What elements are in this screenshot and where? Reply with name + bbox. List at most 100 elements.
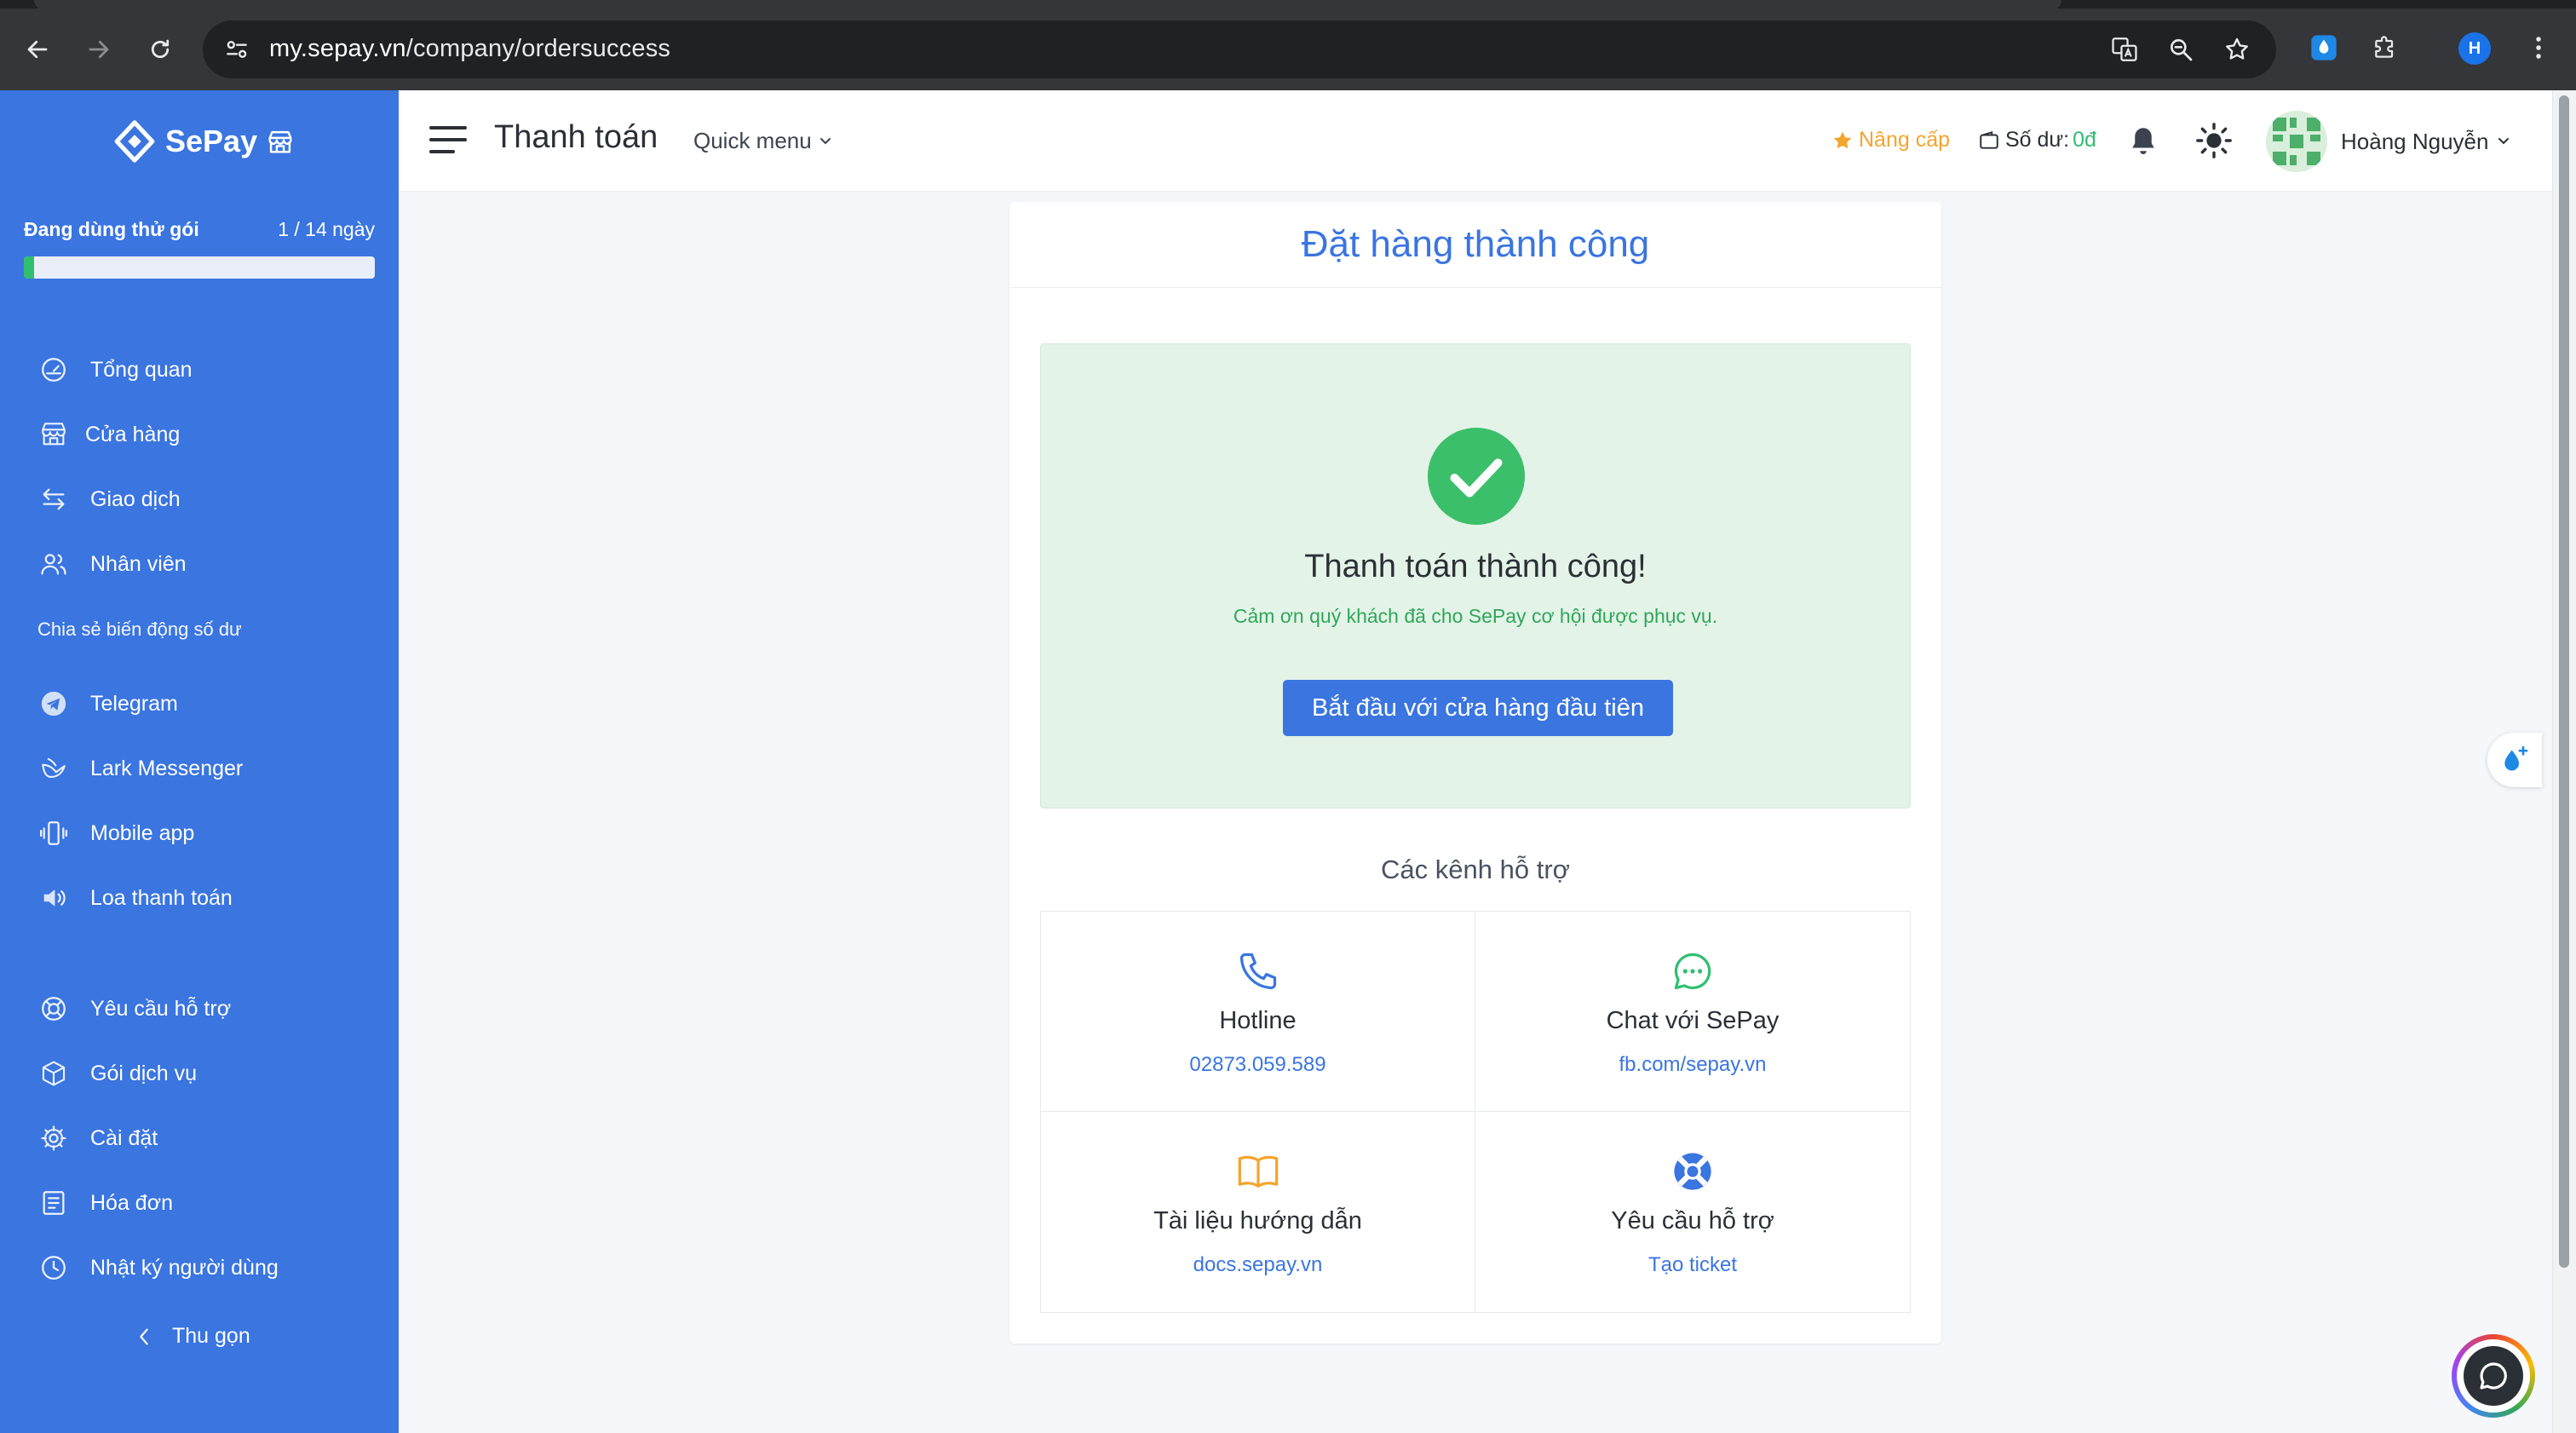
trial-progress-fill: [24, 256, 35, 279]
sidebar-item-label: Yêu cầu hỗ trợ: [90, 996, 232, 1021]
lark-icon: [37, 752, 70, 785]
chevron-down-icon: [2497, 136, 2510, 147]
sidebar-item-label: Mobile app: [90, 820, 195, 845]
channel-label: Hotline: [1219, 1007, 1297, 1034]
docs-link[interactable]: docs.sepay.vn: [1041, 1253, 1475, 1277]
sidebar-item-overview[interactable]: Tổng quan: [37, 353, 193, 387]
address-bar[interactable]: my.sepay.vn/company/ordersuccess: [203, 20, 2276, 78]
quick-menu-dropdown[interactable]: Quick menu: [693, 128, 832, 154]
phone-icon: [1236, 949, 1280, 993]
trial-label: Đang dùng thử gói: [24, 218, 199, 240]
extension-drop-icon[interactable]: [2309, 32, 2339, 63]
check-circle-icon: [1426, 426, 1527, 527]
brand-name: SePay: [165, 124, 258, 158]
sidebar-item-label: Loa thanh toán: [90, 885, 233, 910]
chat-widget-ring: [2457, 1339, 2530, 1413]
balance-display[interactable]: Số dư: 0đ: [1978, 128, 2096, 153]
trial-days: 1 / 14 ngày: [278, 218, 375, 240]
sidebar-item-transactions[interactable]: Giao dịch: [37, 482, 181, 516]
mobile-vibrate-icon: [37, 817, 70, 849]
support-channel-ticket[interactable]: Yêu cầu hỗ trợ Tạo ticket: [1475, 1112, 1910, 1312]
url-text: my.sepay.vn/company/ordersuccess: [269, 35, 670, 63]
payment-success-panel: Thanh toán thành công! Cảm ơn quý khách …: [1040, 343, 1911, 809]
chat-widget-button[interactable]: [2452, 1334, 2535, 1418]
lifebuoy-icon: [1670, 1149, 1715, 1194]
support-channel-hotline[interactable]: Hotline 02873.059.589: [1041, 912, 1475, 1112]
support-channel-docs[interactable]: Tài liệu hướng dẫn docs.sepay.vn: [1041, 1112, 1475, 1312]
chevron-down-icon: [819, 136, 832, 147]
store-icon: [37, 418, 70, 451]
channel-label: Chat với SePay: [1606, 1007, 1780, 1034]
theme-toggle-sun-icon[interactable]: [2194, 121, 2234, 160]
sidebar-item-mobile-app[interactable]: Mobile app: [37, 816, 194, 850]
card-title: Đặt hàng thành công: [1301, 223, 1650, 265]
sidebar-item-user-log[interactable]: Nhật ký người dùng: [37, 1251, 279, 1285]
support-channels-title: Các kênh hỗ trợ: [1381, 855, 1570, 884]
sepay-logo[interactable]: SePay: [112, 119, 295, 164]
sidebar-item-invoices[interactable]: Hóa đơn: [37, 1186, 173, 1220]
trial-status: Đang dùng thử gói 1 / 14 ngày: [24, 218, 375, 279]
sidebar-collapse-button[interactable]: Thu gọn: [136, 1324, 250, 1349]
balance-label: Số dư:: [2005, 128, 2070, 152]
sidebar-item-label: Telegram: [90, 691, 178, 716]
browser-profile-avatar[interactable]: H: [2458, 32, 2491, 65]
sidebar-item-support-request[interactable]: Yêu cầu hỗ trợ: [37, 992, 231, 1026]
order-success-card: Đặt hàng thành công Thanh toán thành côn…: [1009, 202, 1941, 1344]
user-avatar: [2266, 111, 2327, 172]
success-message: Cảm ơn quý khách đã cho SePay cơ hội đượ…: [1233, 605, 1718, 627]
create-ticket-link[interactable]: Tạo ticket: [1475, 1253, 1910, 1277]
sidebar-item-staff[interactable]: Nhân viên: [37, 547, 187, 581]
sidebar-item-label: Lark Messenger: [90, 756, 244, 780]
sidebar-item-lark[interactable]: Lark Messenger: [37, 751, 243, 786]
sidebar-item-stores[interactable]: Cửa hàng: [37, 417, 180, 452]
sepay-logo-icon: [114, 120, 155, 163]
support-channels-grid: Hotline 02873.059.589 Chat với SePay fb.…: [1040, 911, 1911, 1313]
forward-icon[interactable]: [80, 31, 118, 68]
clock-icon: [37, 1252, 70, 1284]
sidebar-item-settings[interactable]: Cài đặt: [37, 1121, 158, 1155]
sidebar-item-label: Hóa đơn: [90, 1190, 174, 1215]
floating-extension-drop-icon[interactable]: [2487, 733, 2542, 787]
transfer-arrows-icon: [37, 483, 70, 515]
user-menu[interactable]: Hoàng Nguyễn: [2266, 111, 2510, 172]
site-settings-icon[interactable]: [223, 36, 250, 63]
notification-bell-icon[interactable]: [2128, 124, 2159, 158]
dashboard-gauge-icon: [37, 354, 70, 386]
package-box-icon: [37, 1057, 70, 1090]
lifebuoy-icon: [37, 993, 70, 1025]
chevron-left-icon: [136, 1327, 152, 1347]
menu-toggle-icon[interactable]: [429, 124, 467, 155]
back-icon[interactable]: [19, 31, 56, 68]
hotline-link[interactable]: 02873.059.589: [1041, 1053, 1475, 1077]
facebook-link[interactable]: fb.com/sepay.vn: [1475, 1053, 1910, 1077]
upgrade-label: Nâng cấp: [1859, 128, 1951, 152]
chat-widget-icon: [2464, 1346, 2523, 1406]
page-scrollbar-thumb[interactable]: [2559, 95, 2569, 1268]
invoice-icon: [37, 1187, 70, 1219]
star-icon: [1831, 129, 1854, 152]
sidebar: SePay Đang dùng thử gói 1 / 14 ngày Tổng…: [0, 90, 399, 1433]
translate-icon[interactable]: [2109, 34, 2140, 65]
page-title: Thanh toán: [494, 119, 658, 155]
shop-icon: [268, 130, 292, 153]
bookmark-star-icon[interactable]: [2222, 34, 2252, 65]
zoom-icon[interactable]: [2165, 34, 2196, 65]
browser-toolbar: my.sepay.vn/company/ordersuccess H: [0, 0, 2576, 90]
gear-icon: [37, 1122, 70, 1154]
main-content: Đặt hàng thành công Thanh toán thành côn…: [399, 192, 2552, 1433]
chat-bubble-icon: [1670, 949, 1715, 993]
browser-menu-icon[interactable]: [2523, 32, 2554, 63]
sidebar-item-telegram[interactable]: Telegram: [37, 687, 178, 721]
upgrade-link[interactable]: Nâng cấp: [1831, 128, 1950, 153]
balance-value: 0đ: [2073, 128, 2096, 152]
channel-label: Tài liệu hướng dẫn: [1153, 1207, 1362, 1234]
section-balance-share: Chia sẻ biến động số dư: [37, 619, 242, 640]
extensions-puzzle-icon[interactable]: [2370, 32, 2401, 63]
sidebar-item-service-plans[interactable]: Gói dịch vụ: [37, 1056, 197, 1091]
active-tab-edge[interactable]: [34, 0, 2061, 10]
sidebar-item-payment-speaker[interactable]: Loa thanh toán: [37, 881, 233, 915]
reload-icon[interactable]: [141, 31, 179, 68]
url-host: my.sepay.vn: [269, 35, 406, 62]
support-channel-chat[interactable]: Chat với SePay fb.com/sepay.vn: [1475, 912, 1910, 1112]
start-first-store-button[interactable]: Bắt đầu với cửa hàng đầu tiên: [1283, 680, 1673, 736]
